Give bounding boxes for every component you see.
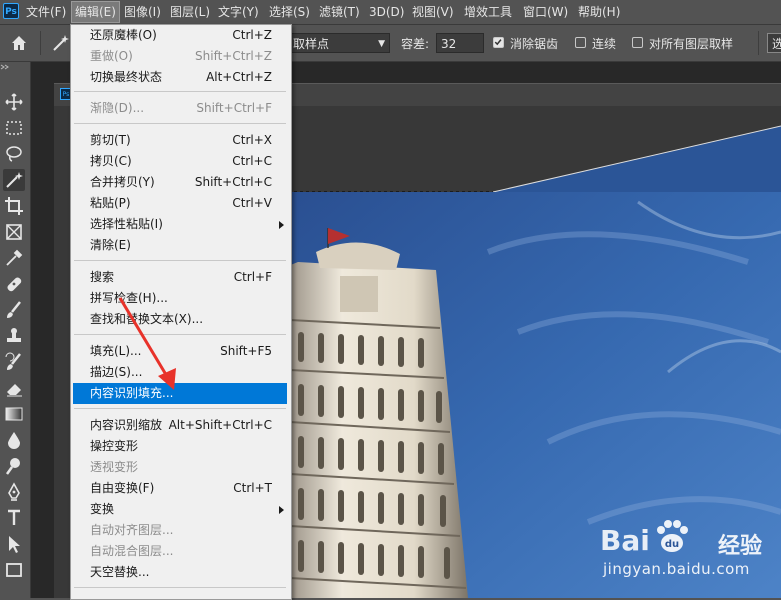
sample-size-select[interactable]: 取样点 ▼ [288,33,390,53]
menu-plugins[interactable]: 增效工具 [461,0,515,24]
menu-window[interactable]: 窗口(W) [520,0,571,24]
menu-item-search[interactable]: 搜索 Ctrl+F [73,267,287,288]
marquee-tool-icon[interactable] [3,117,25,139]
lasso-tool-icon[interactable] [3,143,25,165]
home-icon[interactable] [10,34,28,52]
menu-item-sky-replacement[interactable]: 天空替换... [73,562,287,583]
type-tool-icon[interactable] [3,507,25,529]
contiguous-label: 连续 [592,37,617,51]
blur-tool-icon[interactable] [3,429,25,451]
tolerance-input[interactable]: 32 [436,33,484,53]
pen-tool-icon[interactable] [3,481,25,503]
menu-3d[interactable]: 3D(D) [366,0,407,24]
menu-item-puppet-warp[interactable]: 操控变形 [73,436,287,457]
path-selection-tool-icon[interactable] [3,533,25,555]
menu-separator [74,587,286,588]
watermark-url: jingyan.baidu.com [603,560,750,578]
menu-item-clear[interactable]: 清除(E) [73,235,287,256]
menu-select[interactable]: 选择(S) [266,0,313,24]
menu-separator [74,408,286,409]
menu-item-cut[interactable]: 剪切(T) Ctrl+X [73,130,287,151]
menu-bar: Ps 文件(F) 编辑(E) 图像(I) 图层(L) 文字(Y) 选择(S) 滤… [0,0,781,25]
menu-separator [74,91,286,92]
menu-item-transform[interactable]: 变换 [73,499,287,520]
tools-panel [0,62,31,598]
menu-file[interactable]: 文件(F) [23,0,69,24]
chevron-down-icon: ▼ [378,39,385,49]
menu-image[interactable]: 图像(I) [121,0,164,24]
menu-separator [74,260,286,261]
submenu-arrow-icon [279,221,284,229]
menu-item-fade[interactable]: 渐隐(D)... Shift+Ctrl+F [73,98,287,119]
tower-photo-image [288,192,781,598]
menu-filter[interactable]: 滤镜(T) [316,0,363,24]
menu-separator [74,123,286,124]
menu-item-free-transform[interactable]: 自由变换(F) Ctrl+T [73,478,287,499]
rectangle-tool-icon[interactable] [3,559,25,581]
crop-tool-icon[interactable] [3,195,25,217]
menu-item-auto-align-layers[interactable]: 自动对齐图层... [73,520,287,541]
frame-tool-icon[interactable] [3,221,25,243]
watermark-brand: Bai [600,524,650,557]
menu-item-auto-blend-layers[interactable]: 自动混合图层... [73,541,287,562]
menu-item-redo[interactable]: 重做(O) Shift+Ctrl+Z [73,46,287,67]
eraser-tool-icon[interactable] [3,377,25,399]
menu-item-undo[interactable]: 还原魔棒(O) Ctrl+Z [73,25,287,46]
menu-item-paste-special[interactable]: 选择性粘贴(I) [73,214,287,235]
annotation-arrow [118,297,176,390]
magic-wand-icon[interactable] [50,33,70,53]
paw-logo-icon: du [657,520,688,552]
tolerance-label: 容差: [401,37,430,51]
dodge-tool-icon[interactable] [3,455,25,477]
select-and-mask-button[interactable]: 选 [767,33,781,53]
svg-text:du: du [665,539,679,550]
menu-type[interactable]: 文字(Y) [215,0,262,24]
collapse-icon[interactable] [0,64,10,70]
contiguous-checkbox[interactable] [575,37,586,48]
photoshop-logo-icon[interactable]: Ps [3,3,19,19]
all-layers-label: 对所有图层取样 [649,37,734,51]
history-brush-tool-icon[interactable] [3,351,25,373]
checkmark-icon [494,39,502,46]
menu-item-perspective-warp[interactable]: 透视变形 [73,457,287,478]
all-layers-checkbox[interactable] [632,37,643,48]
gradient-tool-icon[interactable] [3,403,25,425]
magic-wand-tool-icon[interactable] [3,169,25,191]
brush-tool-icon[interactable] [3,299,25,321]
menu-view[interactable]: 视图(V) [409,0,457,24]
antialias-checkbox[interactable] [493,37,504,48]
menu-item-copy-merged[interactable]: 合并拷贝(Y) Shift+Ctrl+C [73,172,287,193]
menu-item-paste[interactable]: 粘贴(P) Ctrl+V [73,193,287,214]
sample-size-value: 取样点 [293,37,330,51]
menu-item-content-aware-scale[interactable]: 内容识别缩放 Alt+Shift+Ctrl+C [73,415,287,436]
menu-item-toggle-last-state[interactable]: 切换最终状态 Alt+Ctrl+Z [73,67,287,88]
eyedropper-tool-icon[interactable] [3,247,25,269]
divider [758,31,759,55]
menu-layer[interactable]: 图层(L) [167,0,213,24]
menu-edit[interactable]: 编辑(E) [71,1,120,23]
watermark-brand-cn: 经验 [718,534,763,559]
menu-help[interactable]: 帮助(H) [575,0,623,24]
clone-stamp-tool-icon[interactable] [3,325,25,347]
menu-item-copy[interactable]: 拷贝(C) Ctrl+C [73,151,287,172]
antialias-label: 消除锯齿 [510,37,559,51]
submenu-arrow-icon [279,506,284,514]
move-tool-icon[interactable] [3,91,25,113]
divider [40,31,41,55]
healing-brush-tool-icon[interactable] [3,273,25,295]
